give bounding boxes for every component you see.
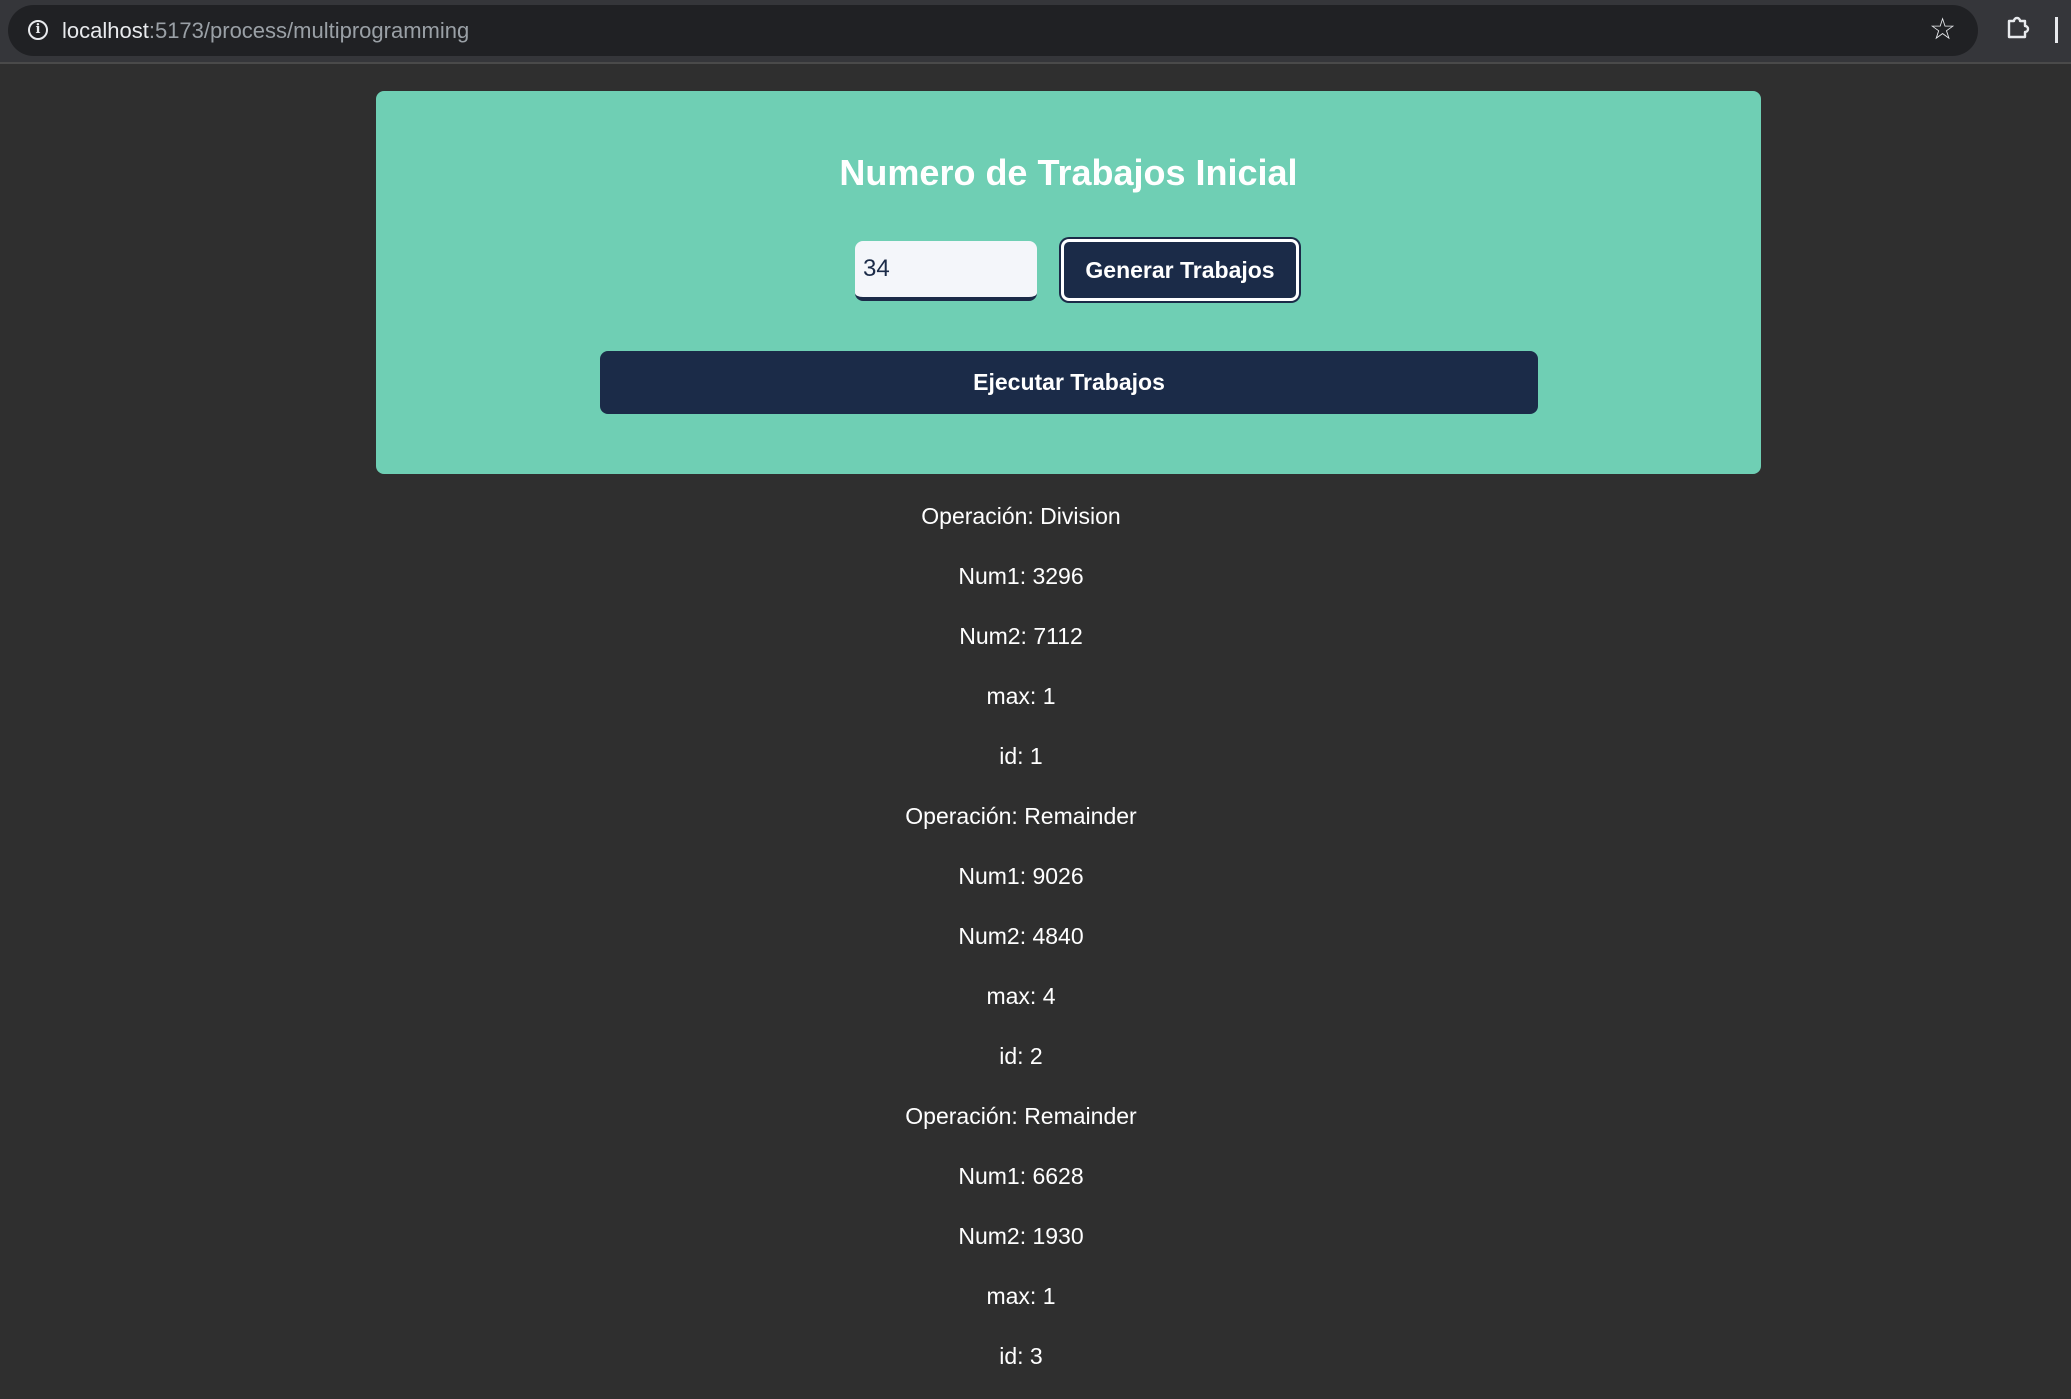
job-max: max: 4 (986, 983, 1056, 1009)
job-num2: Num2: 7112 (959, 623, 1083, 649)
job-item: Operación: Remainder Num1: 9026 Num2: 48… (376, 790, 1666, 1090)
url-path: :5173/process/multiprogramming (148, 18, 470, 43)
job-id: id: 3 (999, 1343, 1043, 1369)
url-host: localhost (62, 18, 149, 43)
bookmark-star-icon[interactable]: ☆ (1929, 15, 1956, 45)
job-max: max: 1 (986, 683, 1056, 709)
generate-jobs-button[interactable]: Generar Trabajos (1061, 239, 1299, 301)
job-id: id: 1 (999, 743, 1043, 769)
job-num1: Num1: 9026 (958, 863, 1084, 889)
job-operation: Operación: Remainder (905, 803, 1137, 829)
extensions-puzzle-icon[interactable] (2004, 13, 2032, 41)
job-count-input[interactable] (855, 241, 1037, 301)
job-config-panel: Numero de Trabajos Inicial Generar Traba… (376, 91, 1761, 474)
address-bar[interactable]: i localhost:5173/process/multiprogrammin… (8, 5, 1978, 56)
job-operation: Operación: Remainder (905, 1103, 1137, 1129)
job-num2: Num2: 4840 (958, 923, 1084, 949)
job-operation: Operación: Division (921, 503, 1121, 529)
site-info-icon[interactable]: i (28, 20, 48, 40)
execute-jobs-button[interactable]: Ejecutar Trabajos (600, 351, 1538, 414)
job-item: Operación: Division Num1: 3296 Num2: 711… (376, 490, 1666, 790)
job-max: max: 1 (986, 1283, 1056, 1309)
panel-title: Numero de Trabajos Inicial (839, 152, 1298, 193)
job-item: Operación: Remainder Num1: 6628 Num2: 19… (376, 1090, 1666, 1390)
job-num2: Num2: 1930 (958, 1223, 1084, 1249)
jobs-list: Operación: Division Num1: 3296 Num2: 711… (376, 490, 1666, 1390)
job-id: id: 2 (999, 1043, 1043, 1069)
profile-menu-edge[interactable] (2055, 17, 2058, 43)
job-num1: Num1: 3296 (958, 563, 1084, 589)
job-num1: Num1: 6628 (958, 1163, 1084, 1189)
url-text[interactable]: localhost:5173/process/multiprogramming (62, 17, 469, 44)
browser-toolbar: i localhost:5173/process/multiprogrammin… (0, 0, 2071, 64)
